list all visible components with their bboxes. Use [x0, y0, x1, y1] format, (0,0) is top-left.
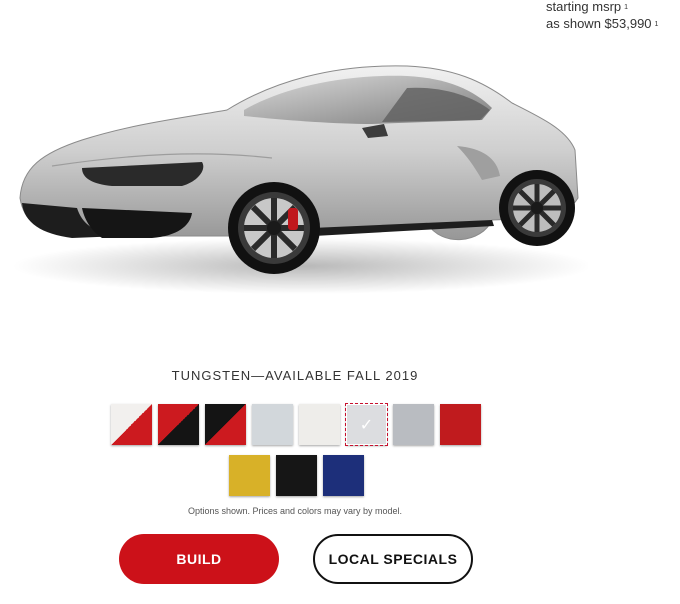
color-swatches: ✓: [106, 403, 486, 506]
footnote-marker[interactable]: 1: [624, 4, 628, 11]
footnote-marker[interactable]: 1: [655, 21, 659, 28]
swatch-blue[interactable]: [322, 455, 364, 496]
swatch-row: ✓: [106, 403, 486, 446]
swatch-row: [106, 455, 486, 496]
build-button[interactable]: BUILD: [119, 534, 279, 584]
check-icon: ✓: [359, 416, 374, 434]
swatch-black-red-two-tone[interactable]: [158, 404, 199, 445]
as-shown-price: as shown $53,990 1: [546, 15, 658, 32]
car-image: [12, 65, 588, 294]
starting-msrp-label: starting msrp: [546, 0, 622, 14]
price-block: starting msrp 1 as shown $53,990 1: [546, 0, 658, 32]
local-specials-button[interactable]: LOCAL SPECIALS: [313, 534, 473, 584]
swatch-light-silver[interactable]: [252, 404, 293, 445]
swatch-black[interactable]: [275, 455, 317, 496]
starting-msrp: starting msrp 1: [546, 0, 658, 15]
swatch-yellow[interactable]: [228, 455, 270, 496]
swatch-red-black-two-tone[interactable]: [205, 404, 246, 445]
as-shown-price-label: as shown $53,990: [546, 16, 652, 31]
swatch-white-red-two-tone[interactable]: [111, 404, 152, 445]
swatch-tungsten[interactable]: ✓: [345, 403, 388, 446]
rear-wheel: [499, 170, 575, 246]
swatch-white[interactable]: [299, 404, 340, 445]
swatch-red[interactable]: [440, 404, 481, 445]
front-wheel: [228, 182, 320, 274]
selected-color-name: TUNGSTEN—AVAILABLE FALL 2019: [171, 368, 419, 383]
disclaimer-note: Options shown. Prices and colors may var…: [187, 506, 403, 516]
swatch-gray[interactable]: [393, 404, 434, 445]
